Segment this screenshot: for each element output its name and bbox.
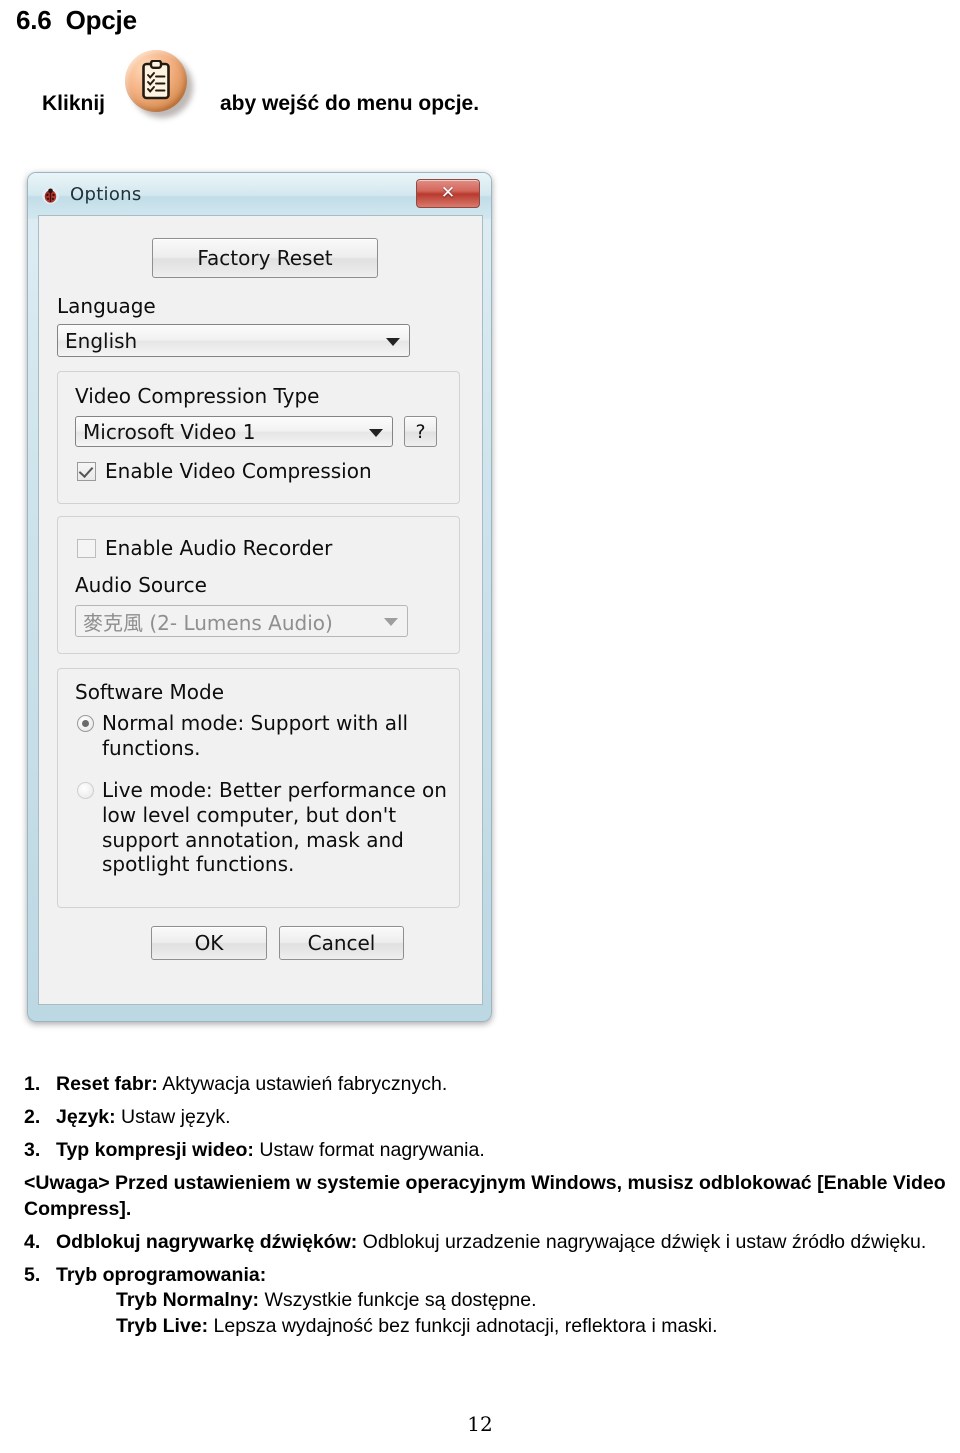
- list-item-bold: Reset fabr:: [56, 1073, 158, 1095]
- cancel-label: Cancel: [307, 931, 376, 955]
- close-icon: ✕: [440, 183, 456, 203]
- list-sub-item-bold: Tryb Normalny:: [116, 1289, 260, 1312]
- audio-group: Enable Audio Recorder Audio Source 麥克風 (…: [57, 516, 460, 654]
- list-item-bold: Typ kompresji wideo:: [56, 1138, 254, 1161]
- language-select[interactable]: English: [57, 324, 410, 357]
- list-sub-item-text: Lepsza wydajność bez funkcji adnotacji, …: [208, 1315, 718, 1338]
- list-item-text: Odblokuj urzadzenie nagrywające dźwięk i…: [357, 1230, 927, 1253]
- click-instruction: Kliknij aby wejść do menu opcje.: [42, 48, 562, 128]
- click-instruction-after: aby wejść do menu opcje.: [220, 92, 480, 115]
- audio-source-label: Audio Source: [75, 573, 207, 597]
- live-mode-radio[interactable]: [77, 782, 94, 799]
- video-compression-type-label: Video Compression Type: [75, 384, 320, 408]
- list-item-number: 1.: [24, 1073, 41, 1095]
- list-item-text: Ustaw język.: [115, 1105, 231, 1128]
- help-button[interactable]: ?: [404, 416, 437, 447]
- software-mode-label: Software Mode: [75, 680, 225, 704]
- close-button[interactable]: ✕: [416, 179, 480, 208]
- enable-audio-recorder-checkbox[interactable]: [77, 539, 96, 558]
- notes-list: 1. Reset fabr: Aktywacja ustawień fabryc…: [0, 1072, 960, 1347]
- list-item: 2. Język: Ustaw język.: [0, 1105, 960, 1131]
- live-mode-label: Live mode: Better performance on low lev…: [102, 778, 447, 877]
- ladybug-icon: [41, 186, 60, 205]
- list-item-number: 3.: [24, 1138, 41, 1161]
- ok-button[interactable]: OK: [151, 926, 267, 960]
- dialog-title: Options: [70, 184, 142, 205]
- normal-mode-label: Normal mode: Support with all functions.: [102, 711, 409, 760]
- list-item-text: Aktywacja ustawień fabrycznych.: [157, 1073, 448, 1095]
- options-clipboard-icon: [123, 48, 197, 122]
- list-item: 5. Tryb oprogramowania: Tryb Normalny: W…: [0, 1263, 960, 1341]
- factory-reset-label: Factory Reset: [197, 246, 333, 270]
- warning-note: <Uwaga> Przed ustawieniem w systemie ope…: [24, 1171, 946, 1220]
- chevron-down-icon: [369, 428, 383, 437]
- dialog-titlebar[interactable]: Options ✕: [28, 173, 491, 219]
- list-item-bold: Odblokuj nagrywarkę dźwięków:: [56, 1230, 358, 1253]
- list-item-bold: Tryb oprogramowania:: [56, 1263, 267, 1286]
- list-item: 1. Reset fabr: Aktywacja ustawień fabryc…: [0, 1072, 960, 1098]
- list-sub-item-text: Wszystkie funkcje są dostępne.: [259, 1289, 537, 1312]
- enable-video-compression-checkbox[interactable]: [77, 462, 96, 481]
- list-item-text: Ustaw format nagrywania.: [253, 1138, 485, 1161]
- video-compression-type-select[interactable]: Microsoft Video 1: [75, 416, 393, 447]
- cancel-button[interactable]: Cancel: [279, 926, 404, 960]
- clipboard-glyph-icon: [142, 60, 170, 100]
- video-compression-group: Video Compression Type Microsoft Video 1…: [57, 371, 460, 504]
- list-item: 4. Odblokuj nagrywarkę dźwięków: Odbloku…: [0, 1230, 960, 1256]
- chevron-down-icon: [386, 337, 400, 346]
- audio-source-value: 麥克風 (2- Lumens Audio): [83, 610, 333, 635]
- video-compression-type-value: Microsoft Video 1: [83, 419, 256, 444]
- chevron-down-icon: [384, 618, 398, 626]
- list-item-number: 5.: [24, 1263, 41, 1286]
- help-label: ?: [415, 420, 426, 443]
- audio-source-select[interactable]: 麥克風 (2- Lumens Audio): [75, 605, 408, 637]
- language-label: Language: [57, 294, 156, 318]
- normal-mode-radio[interactable]: [77, 715, 94, 732]
- list-item-bold: Język:: [56, 1105, 116, 1128]
- list-item-number: 4.: [24, 1230, 41, 1253]
- list-sub-item: Tryb Normalny: Wszystkie funkcje są dost…: [56, 1288, 960, 1314]
- click-instruction-before: Kliknij: [42, 92, 106, 115]
- enable-video-compression-label: Enable Video Compression: [105, 459, 372, 483]
- ok-label: OK: [194, 931, 224, 955]
- list-item-number: 2.: [24, 1105, 41, 1128]
- software-mode-group: Software Mode Normal mode: Support with …: [57, 668, 460, 908]
- enable-audio-recorder-label: Enable Audio Recorder: [105, 536, 333, 560]
- list-sub-item-bold: Tryb Live:: [116, 1315, 209, 1338]
- list-sub-item: Tryb Live: Lepsza wydajność bez funkcji …: [56, 1314, 960, 1340]
- language-value: English: [65, 328, 138, 353]
- dialog-client-area: Factory Reset Language English Video Com…: [38, 215, 483, 1005]
- list-item: 3. Typ kompresji wideo: Ustaw format nag…: [0, 1138, 960, 1164]
- factory-reset-button[interactable]: Factory Reset: [152, 238, 378, 278]
- page-number: 12: [467, 1412, 493, 1436]
- options-dialog: Options ✕ Factory Reset Language English…: [27, 172, 492, 1022]
- page-title: 6.6 Opcje: [16, 5, 137, 35]
